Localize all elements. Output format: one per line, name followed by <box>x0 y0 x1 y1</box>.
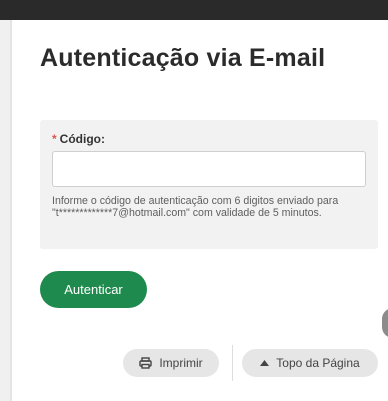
authenticate-button[interactable]: Autenticar <box>40 271 147 308</box>
footer-divider <box>232 345 233 381</box>
print-button-label: Imprimir <box>159 356 203 370</box>
printer-icon <box>139 357 153 369</box>
code-input[interactable] <box>52 151 366 187</box>
top-header-bar <box>0 0 388 20</box>
left-sidebar-edge <box>0 20 12 401</box>
back-to-top-label: Topo da Página <box>276 356 360 370</box>
required-marker: * <box>52 132 57 146</box>
page: Autenticação via E-mail * Código: Informe… <box>0 0 388 401</box>
code-field-label: * Código: <box>52 132 105 146</box>
print-button[interactable]: Imprimir <box>123 349 219 377</box>
code-label-text: Código: <box>59 132 105 146</box>
auth-form-panel: * Código: Informe o código de autenticaçã… <box>40 120 378 249</box>
caret-up-icon <box>260 360 270 366</box>
side-floating-tab[interactable] <box>382 308 388 338</box>
back-to-top-button[interactable]: Topo da Página <box>242 349 378 377</box>
page-title: Autenticação via E-mail <box>40 44 326 72</box>
code-help-text: Informe o código de autenticação com 6 d… <box>52 195 339 220</box>
